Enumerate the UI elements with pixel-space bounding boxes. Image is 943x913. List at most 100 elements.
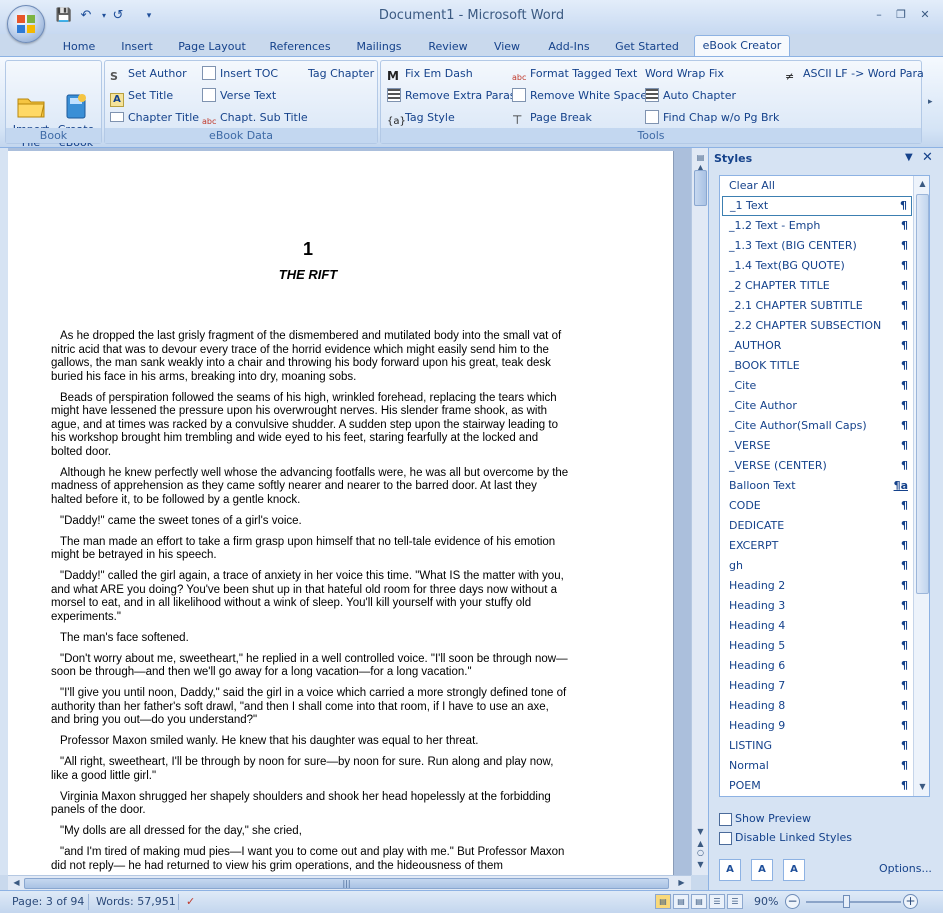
style-item[interactable]: DEDICATE ¶: [722, 516, 912, 536]
ascii-lf-button[interactable]: ≠ ASCII LF -> Word Para: [785, 64, 924, 84]
scroll-left-icon[interactable]: ◀: [9, 876, 24, 889]
style-item[interactable]: _2.2 CHAPTER SUBSECTION ¶: [722, 316, 912, 336]
web-layout-icon[interactable]: ▤: [691, 894, 707, 909]
styles-scroll-up-icon[interactable]: ▲: [915, 176, 929, 191]
auto-chapter-button[interactable]: Auto Chapter: [645, 86, 736, 106]
document-area[interactable]: 1 THE RIFT As he dropped the last grisly…: [8, 148, 691, 875]
restore-icon[interactable]: ❐: [893, 8, 909, 22]
style-item[interactable]: _1.4 Text(BG QUOTE) ¶: [722, 256, 912, 276]
style-item[interactable]: _Cite ¶: [722, 376, 912, 396]
styles-list[interactable]: Clear All _1 Text ¶ _1.2 Text - Emph ¶ _1.3 T…: [719, 175, 930, 797]
styles-scroll-thumb[interactable]: [916, 194, 929, 594]
document-page[interactable]: 1 THE RIFT As he dropped the last grisly…: [8, 151, 674, 875]
tab-page-layout[interactable]: Page Layout: [174, 37, 250, 56]
zoom-level[interactable]: 90%: [754, 895, 778, 908]
set-author-button[interactable]: S Set Author: [110, 64, 187, 84]
options-link[interactable]: Options...: [879, 862, 932, 875]
style-item[interactable]: _2.1 CHAPTER SUBTITLE ¶: [722, 296, 912, 316]
style-item[interactable]: Heading 2 ¶: [722, 576, 912, 596]
style-item[interactable]: POEM ¶: [722, 776, 912, 796]
style-item[interactable]: _1.2 Text - Emph ¶: [722, 216, 912, 236]
style-item[interactable]: _Cite Author ¶: [722, 396, 912, 416]
style-item[interactable]: _BOOK TITLE ¶: [722, 356, 912, 376]
chapt-sub-title-button[interactable]: abc Chapt. Sub Title: [202, 108, 308, 128]
full-screen-reading-icon[interactable]: ▤: [673, 894, 689, 909]
zoom-slider[interactable]: [806, 901, 901, 903]
style-inspector-icon[interactable]: A: [751, 859, 773, 881]
style-item[interactable]: CODE ¶: [722, 496, 912, 516]
page-break-button[interactable]: ⊤ Page Break: [512, 108, 592, 128]
style-item[interactable]: _1.3 Text (BIG CENTER) ¶: [722, 236, 912, 256]
style-item[interactable]: Heading 4 ¶: [722, 616, 912, 636]
office-button[interactable]: [7, 5, 45, 43]
show-preview-checkbox[interactable]: [719, 813, 732, 826]
outline-view-icon[interactable]: ☰: [709, 894, 725, 909]
verse-text-button[interactable]: Verse Text: [202, 86, 276, 106]
clear-all-item[interactable]: Clear All: [722, 176, 912, 196]
ribbon-overflow-icon[interactable]: ▸: [928, 97, 933, 107]
word-wrap-fix-button[interactable]: Word Wrap Fix: [645, 64, 724, 84]
tab-references[interactable]: References: [264, 37, 336, 56]
tab-add-ins[interactable]: Add-Ins: [540, 37, 598, 56]
pane-menu-icon[interactable]: ▼: [905, 152, 913, 163]
format-tagged-text-button[interactable]: abc Format Tagged Text: [512, 64, 637, 84]
word-count[interactable]: Words: 57,951: [96, 895, 176, 908]
new-style-icon[interactable]: A: [719, 859, 741, 881]
style-item[interactable]: LISTING ¶: [722, 736, 912, 756]
style-item[interactable]: Heading 6 ¶: [722, 656, 912, 676]
style-item[interactable]: _VERSE ¶: [722, 436, 912, 456]
zoom-in-icon[interactable]: +: [903, 894, 918, 909]
draft-view-icon[interactable]: ☰: [727, 894, 743, 909]
style-item[interactable]: _2 CHAPTER TITLE ¶: [722, 276, 912, 296]
chapter-title-button[interactable]: Chapter Title: [110, 108, 199, 128]
tag-style-button[interactable]: {a}Tag Style: [387, 108, 455, 128]
close-icon[interactable]: ✕: [917, 8, 933, 22]
style-item[interactable]: EXCERPT ¶: [722, 536, 912, 556]
minimize-icon[interactable]: –: [871, 8, 887, 22]
tab-ebook-creator[interactable]: eBook Creator: [694, 35, 790, 56]
scroll-right-icon[interactable]: ▶: [674, 876, 689, 889]
style-item[interactable]: _1 Text ¶: [722, 196, 912, 216]
style-item[interactable]: Normal ¶: [722, 756, 912, 776]
paragraph-style-icon: ¶: [901, 379, 908, 392]
group-ebook-data: S Set Author Insert TOC Tag Chapter A Set …: [104, 60, 378, 144]
style-item[interactable]: Balloon Text ¶a: [722, 476, 912, 496]
horizontal-scrollbar[interactable]: ◀ ||| ▶: [8, 875, 691, 890]
zoom-slider-thumb[interactable]: [843, 895, 850, 908]
proofing-icon[interactable]: ✓: [186, 895, 195, 908]
fix-em-dash-button[interactable]: M Fix Em Dash: [387, 64, 473, 84]
horizontal-scroll-thumb[interactable]: |||: [24, 878, 669, 889]
disable-linked-styles-checkbox[interactable]: [719, 832, 732, 845]
tab-home[interactable]: Home: [58, 37, 100, 56]
vertical-scrollbar[interactable]: ▤ ▲ ▼ ▲ ○ ▼: [691, 148, 708, 875]
set-title-button[interactable]: A Set Title: [110, 86, 173, 107]
tab-view[interactable]: View: [488, 37, 526, 56]
tab-mailings[interactable]: Mailings: [350, 37, 408, 56]
style-item[interactable]: Heading 8 ¶: [722, 696, 912, 716]
style-item[interactable]: Heading 3 ¶: [722, 596, 912, 616]
style-item[interactable]: Heading 5 ¶: [722, 636, 912, 656]
vertical-scroll-thumb[interactable]: [694, 170, 707, 206]
manage-styles-icon[interactable]: A: [783, 859, 805, 881]
print-layout-view-icon[interactable]: ▤: [655, 894, 671, 909]
styles-scroll-down-icon[interactable]: ▼: [915, 779, 929, 794]
style-item[interactable]: _VERSE (CENTER) ¶: [722, 456, 912, 476]
pane-close-icon[interactable]: ✕: [922, 150, 933, 165]
page-count[interactable]: Page: 3 of 94: [12, 895, 84, 908]
style-item[interactable]: _Cite Author(Small Caps) ¶: [722, 416, 912, 436]
tag-chapter-button[interactable]: Tag Chapter: [308, 64, 374, 84]
tab-insert[interactable]: Insert: [114, 37, 160, 56]
style-item[interactable]: Heading 9 ¶: [722, 716, 912, 736]
find-chap-button[interactable]: Find Chap w/o Pg Brk: [645, 108, 779, 128]
tab-get-started[interactable]: Get Started: [612, 37, 682, 56]
insert-toc-button[interactable]: Insert TOC: [202, 64, 278, 84]
next-page-icon[interactable]: ▼: [693, 857, 708, 872]
zoom-out-icon[interactable]: −: [785, 894, 800, 909]
remove-extra-paras-button[interactable]: Remove Extra Paras: [387, 86, 516, 106]
styles-list-scrollbar[interactable]: ▲ ▼: [913, 176, 929, 796]
tab-review[interactable]: Review: [422, 37, 474, 56]
style-item[interactable]: _AUTHOR ¶: [722, 336, 912, 356]
remove-white-space-button[interactable]: Remove White Space: [512, 86, 647, 106]
style-item[interactable]: Heading 7 ¶: [722, 676, 912, 696]
style-item[interactable]: gh ¶: [722, 556, 912, 576]
